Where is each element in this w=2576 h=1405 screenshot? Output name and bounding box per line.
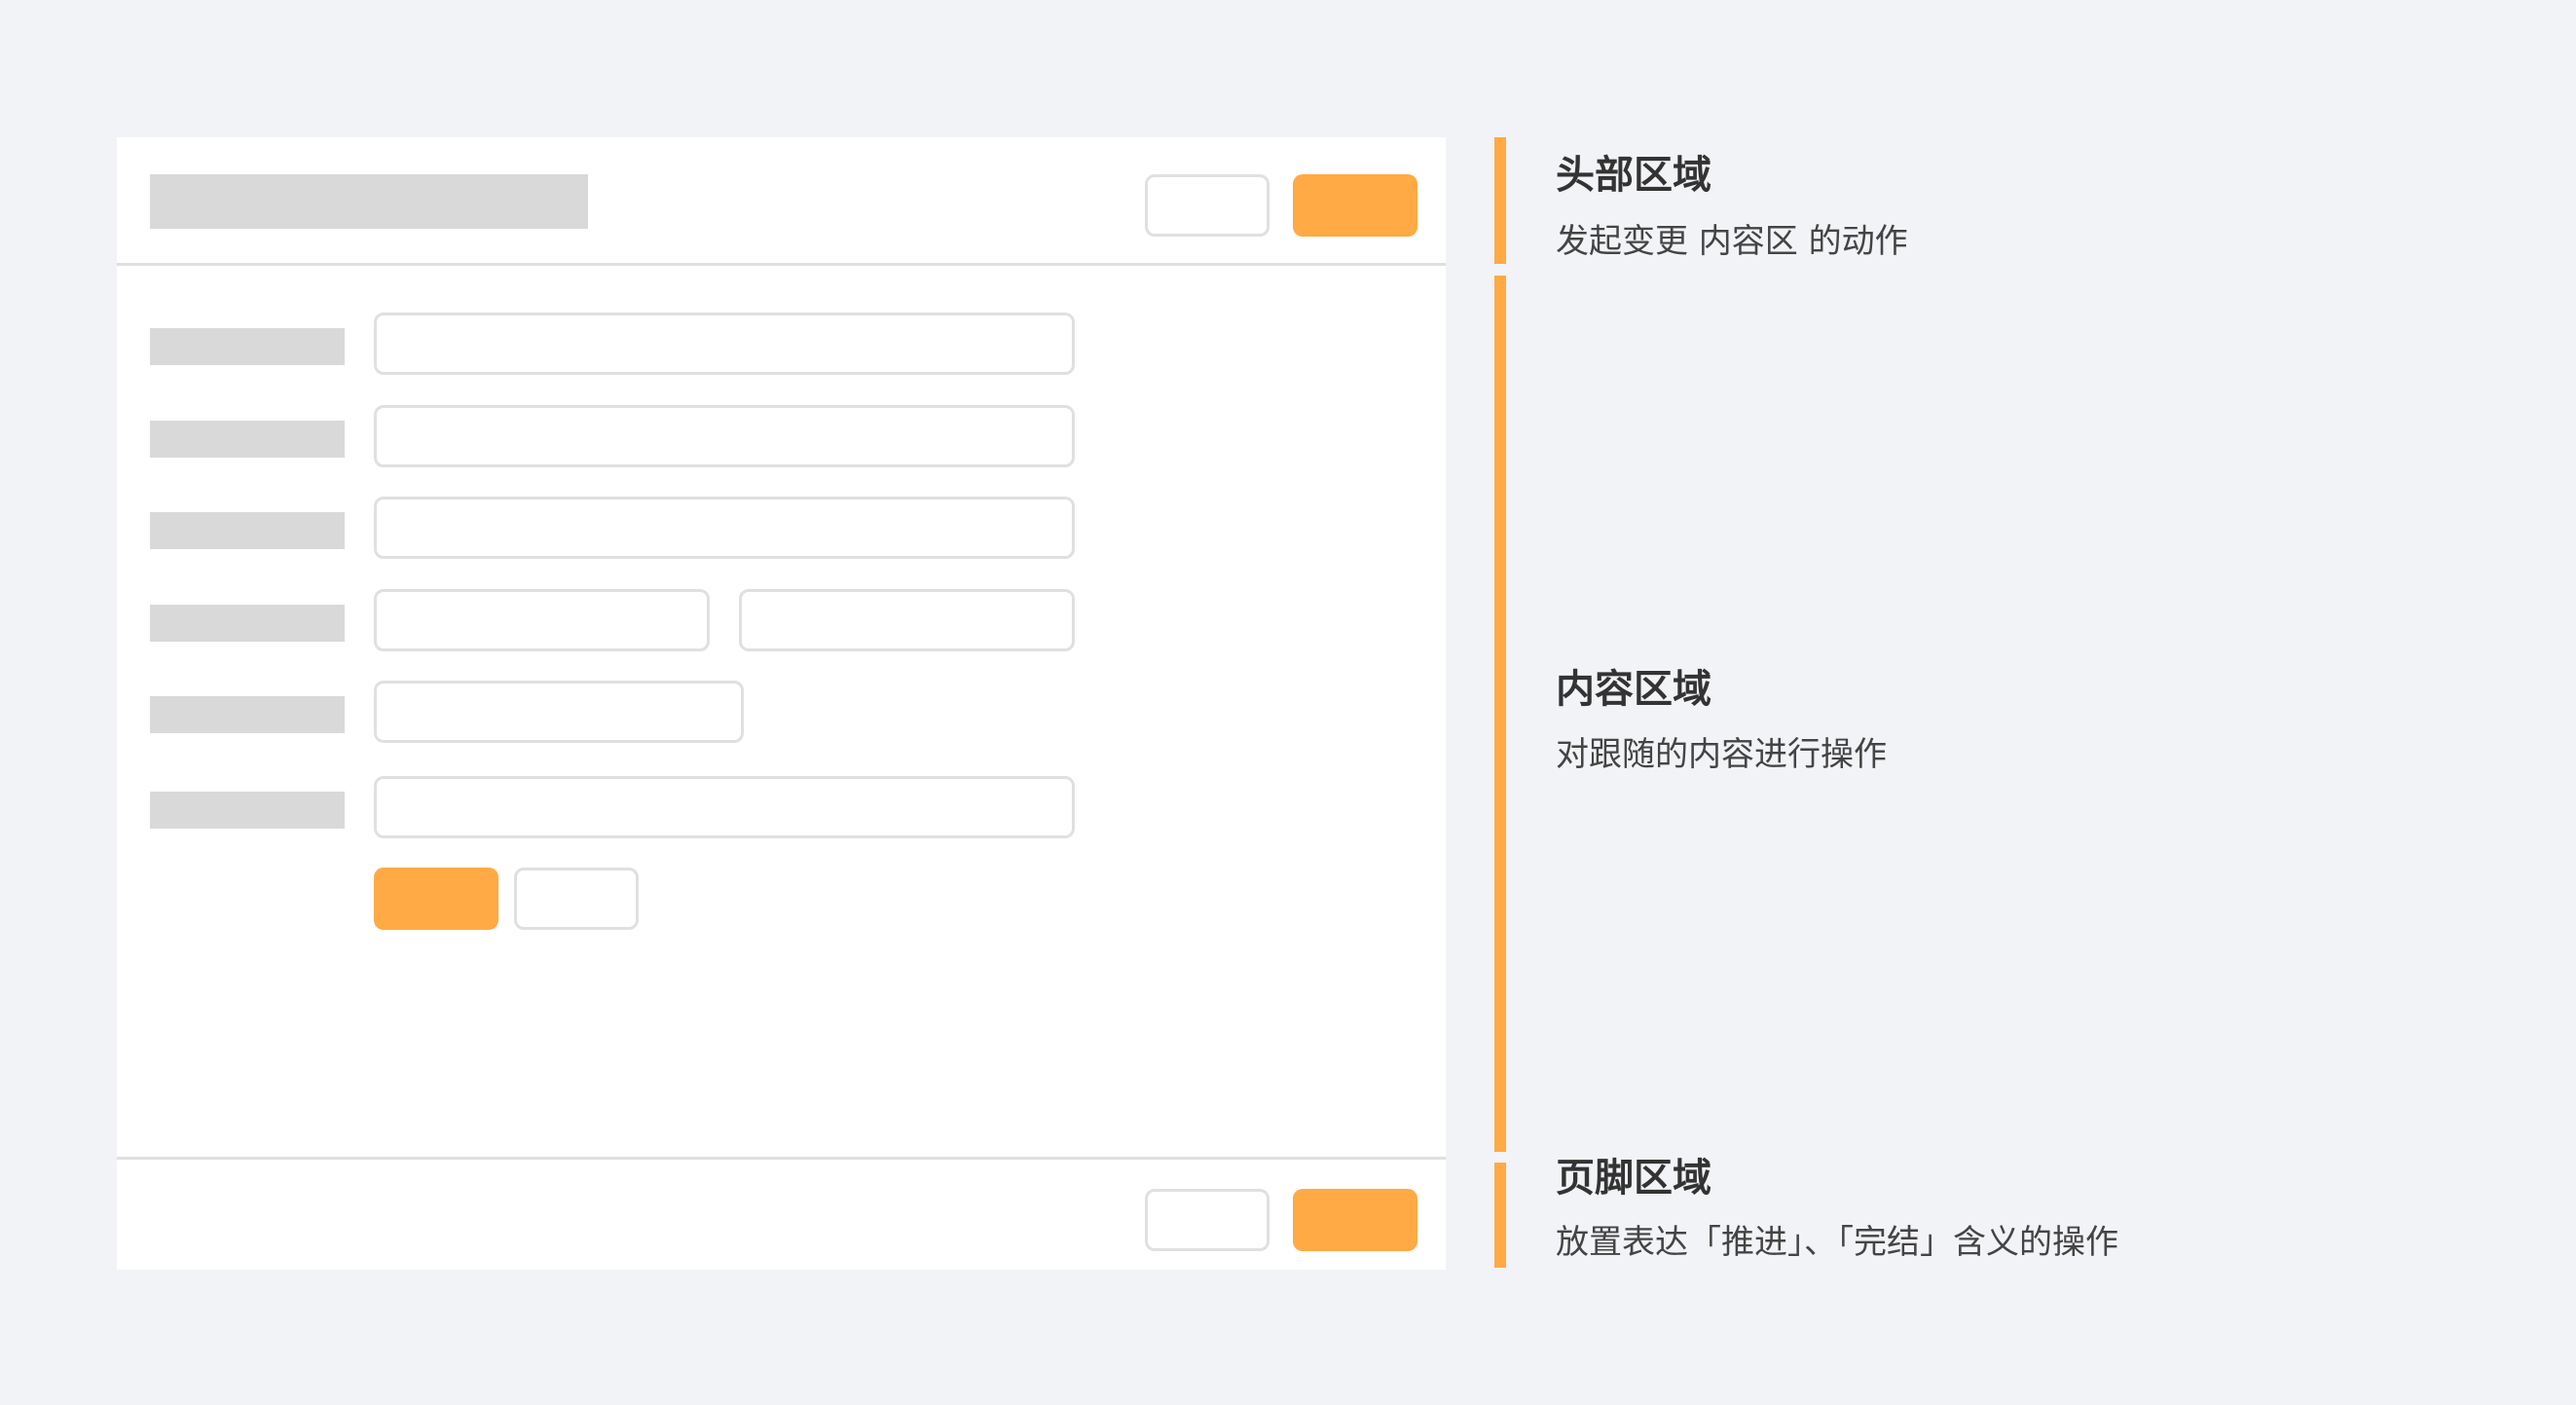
header-annotation-title: 头部区域 [1556, 153, 1711, 198]
header-annotation-description: 发起变更 内容区 的动作 [1556, 222, 1908, 261]
header-primary-button[interactable] [1293, 174, 1417, 237]
header-title-placeholder [150, 174, 588, 229]
header-region-indicator [1494, 137, 1506, 264]
form-label-placeholder [150, 792, 345, 829]
form-input[interactable] [374, 313, 1075, 375]
footer-annotation-title: 页脚区域 [1556, 1156, 1711, 1201]
form-input[interactable] [374, 405, 1075, 467]
content-annotation-title: 内容区域 [1556, 667, 1711, 712]
form-label-placeholder [150, 512, 345, 549]
form-input-half[interactable] [374, 589, 710, 651]
form-input-half[interactable] [739, 589, 1075, 651]
footer-annotation-description: 放置表达「推进」、「完结」含义的操作 [1556, 1223, 2118, 1262]
footer-primary-button[interactable] [1293, 1189, 1417, 1251]
header-divider [117, 263, 1446, 266]
content-annotation-description: 对跟随的内容进行操作 [1556, 735, 1887, 774]
form-input[interactable] [374, 776, 1075, 838]
page-mockup [117, 137, 1446, 1270]
form-input[interactable] [374, 497, 1075, 559]
header-secondary-button[interactable] [1145, 174, 1270, 237]
form-label-placeholder [150, 605, 345, 642]
form-input-short[interactable] [374, 681, 744, 743]
form-label-placeholder [150, 328, 345, 365]
form-label-placeholder [150, 696, 345, 733]
form-cancel-button[interactable] [514, 868, 639, 930]
form-submit-button[interactable] [374, 868, 498, 930]
form-label-placeholder [150, 421, 345, 458]
footer-secondary-button[interactable] [1145, 1189, 1270, 1251]
content-region-indicator [1494, 276, 1506, 1152]
footer-divider [117, 1157, 1446, 1160]
footer-region-indicator [1494, 1163, 1506, 1268]
